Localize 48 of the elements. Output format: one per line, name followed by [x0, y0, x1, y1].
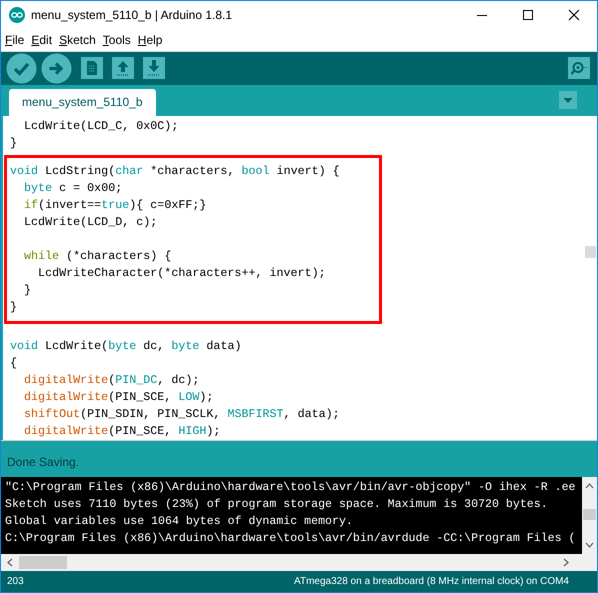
code-line: byte c = 0x00;	[23, 180, 122, 195]
code-line: }	[10, 136, 18, 150]
scroll-thumb[interactable]	[19, 556, 67, 570]
console-line: C:\Program Files (x86)\Arduino\hardware\tools\avr/bin/avrdude -CC:\Program Files (	[5, 532, 576, 546]
scroll-thumb[interactable]	[583, 509, 596, 520]
menu-item[interactable]: Edit	[31, 33, 52, 48]
serial-monitor-button[interactable]	[568, 57, 590, 80]
scroll-right-icon[interactable]	[563, 558, 569, 568]
upload-button[interactable]	[41, 52, 72, 84]
scroll-up-icon[interactable]	[585, 483, 594, 490]
menu-item[interactable]: Sketch	[59, 33, 96, 48]
code-line: digitalWrite(PIN_SCE, HIGH);	[23, 424, 220, 438]
code-line: LcdWrite(LCD_D, c);	[23, 214, 158, 229]
save-button[interactable]	[143, 57, 165, 80]
open-button[interactable]	[112, 57, 134, 80]
code-line: if(invert==true){ c=0xFF;}	[23, 198, 206, 212]
tab-menu-button[interactable]	[559, 91, 577, 110]
console-horizontal-scrollbar[interactable]	[1, 554, 597, 572]
menu-item[interactable]: Help	[138, 33, 162, 48]
code-line: digitalWrite(PIN_DC, dc);	[23, 372, 200, 387]
console-scrollbar[interactable]	[582, 477, 597, 554]
console-line: Sketch uses 7110 bytes (23%) of program storage space. Maximum is 30720 bytes.	[5, 498, 548, 512]
new-file-button[interactable]	[81, 57, 103, 80]
code-line: }	[10, 300, 18, 314]
code-line: while (*characters) {	[23, 248, 172, 263]
code-line: LcdWriteCharacter(*characters++, invert);	[37, 266, 326, 280]
code-line: digitalWrite(PIN_SCE, LOW);	[23, 390, 214, 404]
scroll-left-icon[interactable]	[7, 558, 13, 568]
maximize-icon[interactable]	[522, 9, 534, 22]
code-line: void LcdString(char *characters, bool invert) {	[10, 164, 340, 178]
window-title: menu_system_5110_b | Arduino 1.8.1	[31, 8, 232, 22]
console-line: Global variables use 1064 bytes of dynamic memory.	[5, 515, 353, 528]
code-line: LcdWrite(LCD_C, 0x0C);	[23, 118, 178, 133]
verify-button[interactable]	[6, 52, 37, 84]
menu-item[interactable]: File	[5, 33, 24, 48]
close-icon[interactable]	[568, 9, 580, 22]
scroll-down-icon[interactable]	[585, 542, 594, 548]
code-line: }	[23, 282, 32, 297]
menu-item[interactable]: Tools	[102, 33, 131, 48]
board-info: ATmega328 on a breadboard (8 MHz internal clock) on COM4	[294, 576, 569, 588]
code-line: {	[10, 356, 18, 370]
sketch-tab[interactable]: menu_system_5110_b	[9, 88, 156, 116]
code-line: shiftOut(PIN_SDIN, PIN_SCLK, MSBFIRST, data);	[23, 406, 340, 421]
console-line: "C:\Program Files (x86)\Arduino\hardware\tools\avr/bin/avr-objcopy" -O ihex -R .ee	[5, 481, 576, 494]
code-line: void LcdWrite(byte dc, byte data)	[10, 338, 242, 353]
arduino-logo-icon	[9, 7, 25, 24]
line-number: 203	[7, 576, 24, 588]
status-message: Done Saving.	[7, 454, 80, 469]
